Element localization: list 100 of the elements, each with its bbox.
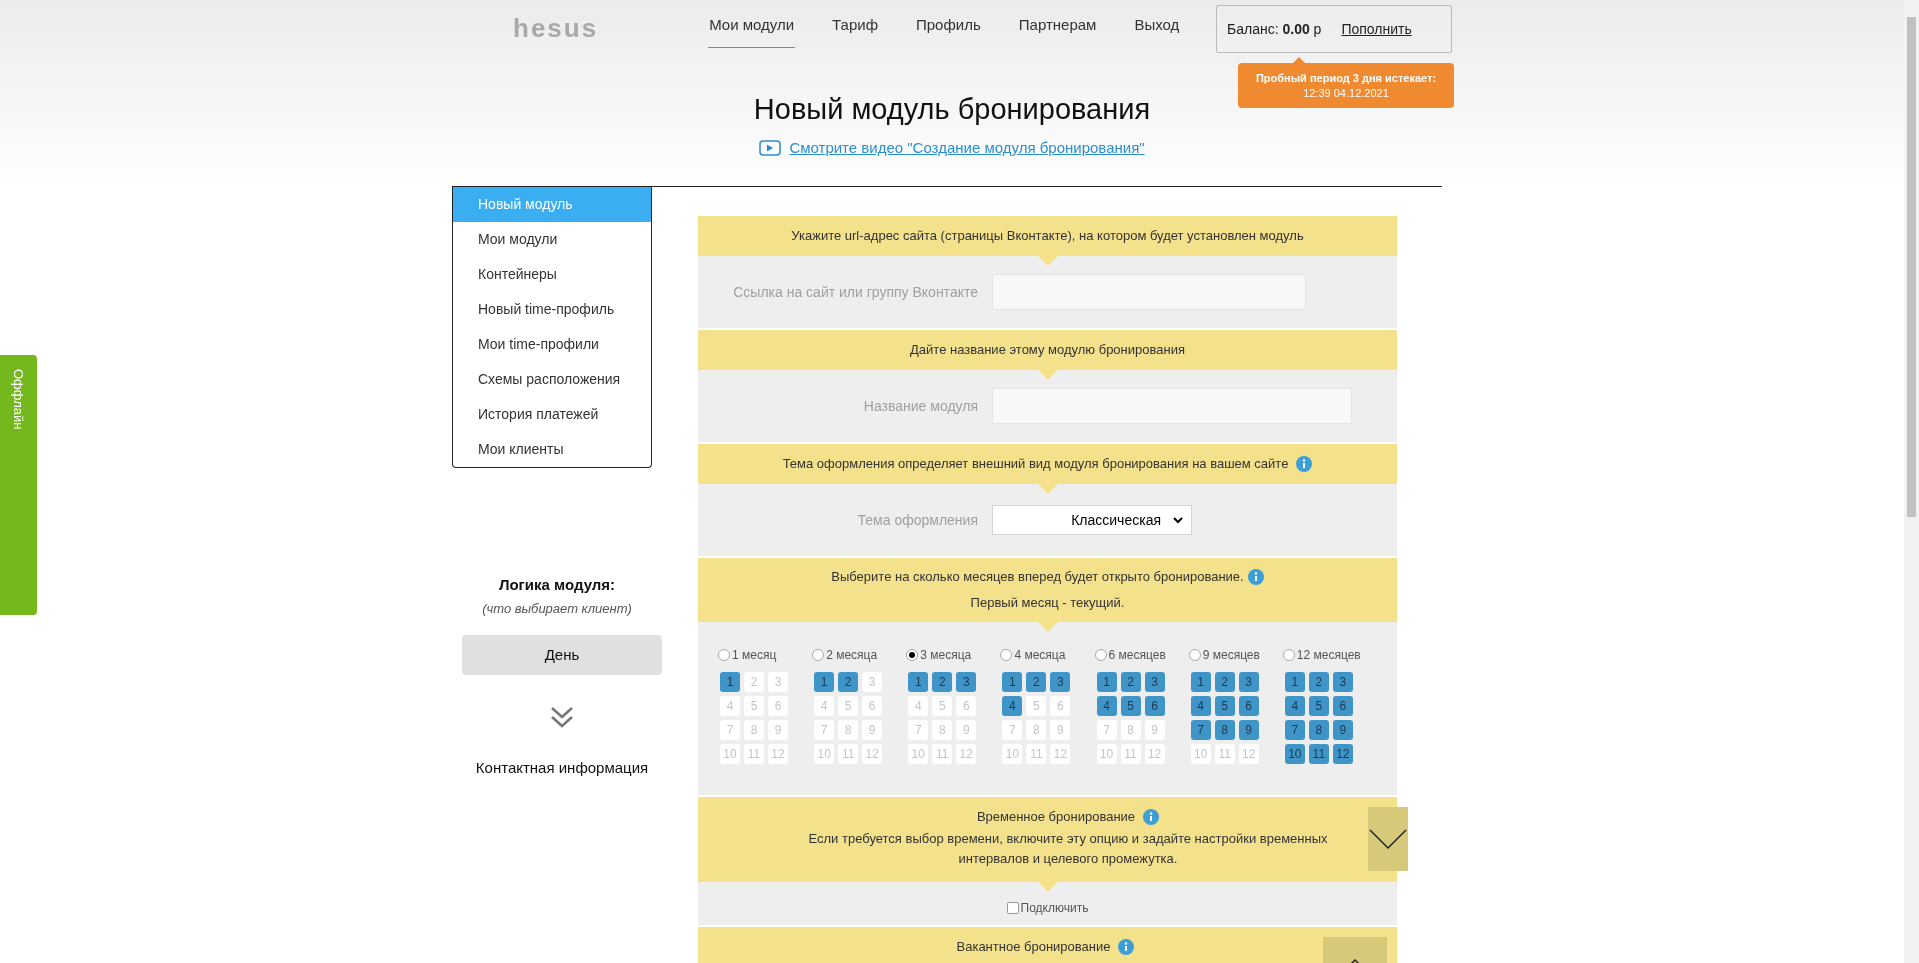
connect-checkbox[interactable]: Подключить	[1006, 898, 1089, 917]
month-cell: 3	[1050, 672, 1071, 692]
month-cell: 7	[908, 720, 929, 740]
month-cell: 7	[1096, 720, 1117, 740]
scrollbar[interactable]	[1904, 0, 1919, 963]
month-radio-option[interactable]: 4 месяца	[1000, 646, 1066, 664]
month-cell: 5	[932, 696, 953, 716]
month-cell: 7	[814, 720, 835, 740]
month-radio-option[interactable]: 3 месяца	[906, 646, 972, 664]
month-cell: 9	[1050, 720, 1071, 740]
month-cell: 8	[932, 720, 953, 740]
month-cell: 9	[956, 720, 977, 740]
field-label: Название модуля	[862, 396, 978, 416]
month-cell: 1	[908, 672, 929, 692]
section-title: Дайте название этому модулю бронирования	[910, 341, 1185, 360]
month-cell: 11	[1120, 744, 1141, 764]
month-cell: 8	[1214, 720, 1235, 740]
month-cell: 1	[720, 672, 740, 692]
month-cell: 1	[1284, 672, 1305, 692]
caret-icon	[1173, 516, 1183, 524]
month-cell: 10	[1284, 744, 1305, 764]
month-cell: 12	[768, 744, 788, 764]
expand-toggle[interactable]	[1368, 807, 1408, 871]
month-cell: 11	[1026, 744, 1047, 764]
radio-icon	[1094, 649, 1107, 661]
month-cell: 3	[1332, 672, 1353, 692]
nav-link[interactable]: Тариф	[831, 14, 879, 48]
sidebar-item[interactable]: Мои time-профили	[453, 327, 651, 362]
month-cell: 10	[1190, 744, 1211, 764]
field-label: Ссылка на сайт или группу Вконтакте	[732, 282, 978, 302]
page-title: Новый модуль бронирования	[753, 92, 1151, 127]
month-cell: 1	[814, 672, 835, 692]
month-cell: 5	[1120, 696, 1141, 716]
month-cell: 6	[1144, 696, 1165, 716]
month-cell: 6	[1238, 696, 1259, 716]
section-title: Выберите на сколько месяцев вперед будет открыто бронирование.	[831, 568, 1244, 587]
info-icon[interactable]	[1247, 569, 1264, 585]
section-title: Укажите url-адрес сайта (страницы Вконтакте), на котором будет установлен модуль	[791, 227, 1304, 246]
nav-link[interactable]: Профиль	[915, 14, 982, 48]
info-icon[interactable]	[1296, 456, 1313, 472]
month-radio-option[interactable]: 1 месяц	[718, 646, 777, 664]
section-subtitle: Первый месяц - текущий.	[970, 594, 1125, 612]
section-title: Временное бронирование	[976, 808, 1136, 827]
month-cell: 12	[1238, 744, 1259, 764]
month-cell: 12	[1050, 744, 1071, 764]
info-icon[interactable]	[1143, 809, 1160, 825]
sidebar-item[interactable]: Схемы расположения	[453, 362, 651, 397]
double-chevron-down-icon	[550, 705, 574, 729]
info-icon[interactable]	[1118, 939, 1135, 955]
radio-icon	[1282, 649, 1295, 661]
month-cell: 7	[720, 720, 740, 740]
month-cell: 2	[1026, 672, 1047, 692]
logic-title: Логика модуля:	[498, 575, 616, 595]
sidebar-item[interactable]: Мои модули	[453, 222, 651, 257]
nav-link[interactable]: Выход	[1133, 14, 1181, 48]
sidebar-item[interactable]: Контейнеры	[453, 257, 651, 292]
month-cell: 4	[1190, 696, 1211, 716]
month-cell: 12	[862, 744, 883, 764]
month-radio-option[interactable]: 9 месяцев	[1188, 646, 1260, 664]
theme-select[interactable]: Классическая	[992, 505, 1192, 535]
top-up-link[interactable]: Пополнить	[1341, 18, 1412, 40]
sidebar-item[interactable]: История платежей	[453, 397, 651, 432]
day-button[interactable]: День	[462, 635, 662, 675]
logic-subtitle: (что выбирает клиент)	[482, 599, 632, 618]
section-title: Вакантное бронирование	[956, 938, 1111, 957]
month-cell: 4	[814, 696, 835, 716]
sidebar-item[interactable]: Мои клиенты	[453, 432, 651, 467]
month-cell: 5	[838, 696, 859, 716]
scrollbar-thumb[interactable]	[1907, 17, 1916, 517]
month-cell: 2	[1308, 672, 1329, 692]
month-cell: 8	[838, 720, 859, 740]
month-cell: 1	[1096, 672, 1117, 692]
month-radio-option[interactable]: 12 месяцев	[1282, 646, 1361, 664]
month-cell: 3	[1144, 672, 1165, 692]
section-description: Если требуется выбор времени, включите эту опцию и задайте настройки временных интервалов и целевого промежутка.	[807, 830, 1329, 868]
play-icon[interactable]	[759, 140, 782, 157]
month-cell: 5	[1308, 696, 1329, 716]
section-title: Тема оформления определяет внешний вид модуля бронирования на вашем сайте	[782, 455, 1289, 474]
month-cell: 10	[908, 744, 929, 764]
sidebar-item[interactable]: Новый time-профиль	[453, 292, 651, 327]
nav-link[interactable]: Мои модули	[708, 14, 796, 48]
month-cell: 11	[1214, 744, 1235, 764]
balance-text: Баланс: 0.00 р	[1227, 19, 1322, 39]
month-cell: 11	[744, 744, 764, 764]
radio-icon	[718, 649, 730, 661]
month-cell: 7	[1190, 720, 1211, 740]
month-cell: 3	[956, 672, 977, 692]
month-cell: 5	[744, 696, 764, 716]
nav-link[interactable]: Партнерам	[1017, 14, 1098, 48]
month-cell: 1	[1190, 672, 1211, 692]
month-cell: 6	[1050, 696, 1071, 716]
month-cell: 6	[768, 696, 788, 716]
month-radio-option[interactable]: 2 месяца	[812, 646, 878, 664]
trial-text: Пробный период 3 дня истекает:	[1255, 70, 1437, 86]
field-label: Тема оформления	[856, 510, 978, 530]
radio-icon	[1188, 649, 1201, 661]
month-cell: 2	[1214, 672, 1235, 692]
month-cell: 8	[1308, 720, 1329, 740]
month-radio-option[interactable]: 6 месяцев	[1094, 646, 1166, 664]
month-cell: 8	[1120, 720, 1141, 740]
